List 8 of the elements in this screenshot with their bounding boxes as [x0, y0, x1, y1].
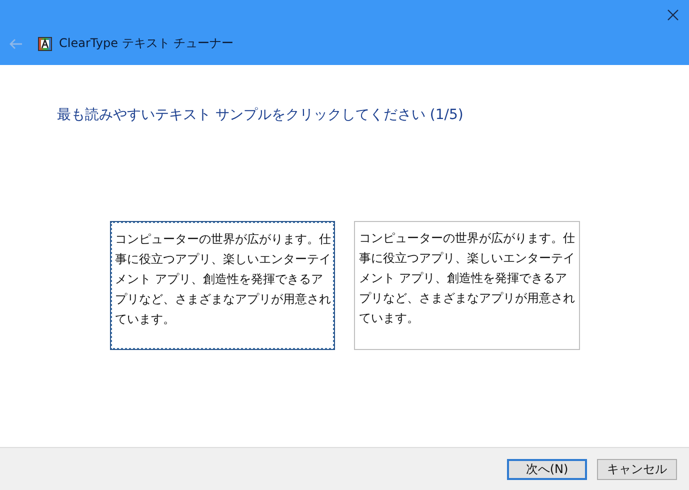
text-sample[interactable]: コンピューターの世界が広がります。仕事に役立つアプリ、楽しいエンターテイメント アプリ、創造性を発揮できるアプリなど、さまざまなアプリが用意されています。	[354, 221, 580, 350]
app-icon	[38, 36, 52, 50]
cancel-button[interactable]: キャンセル	[597, 458, 677, 480]
close-icon[interactable]	[667, 9, 679, 21]
next-button[interactable]: 次へ(N)	[507, 458, 587, 480]
instruction-heading: 最も読みやすいテキスト サンプルをクリックしてください (1/5)	[57, 106, 464, 124]
text-sample[interactable]: コンピューターの世界が広がります。仕事に役立つアプリ、楽しいエンターテイメント アプリ、創造性を発揮できるアプリなど、さまざまなアプリが用意されています。	[110, 221, 335, 350]
window-title: ClearType テキスト チューナー	[59, 35, 234, 52]
